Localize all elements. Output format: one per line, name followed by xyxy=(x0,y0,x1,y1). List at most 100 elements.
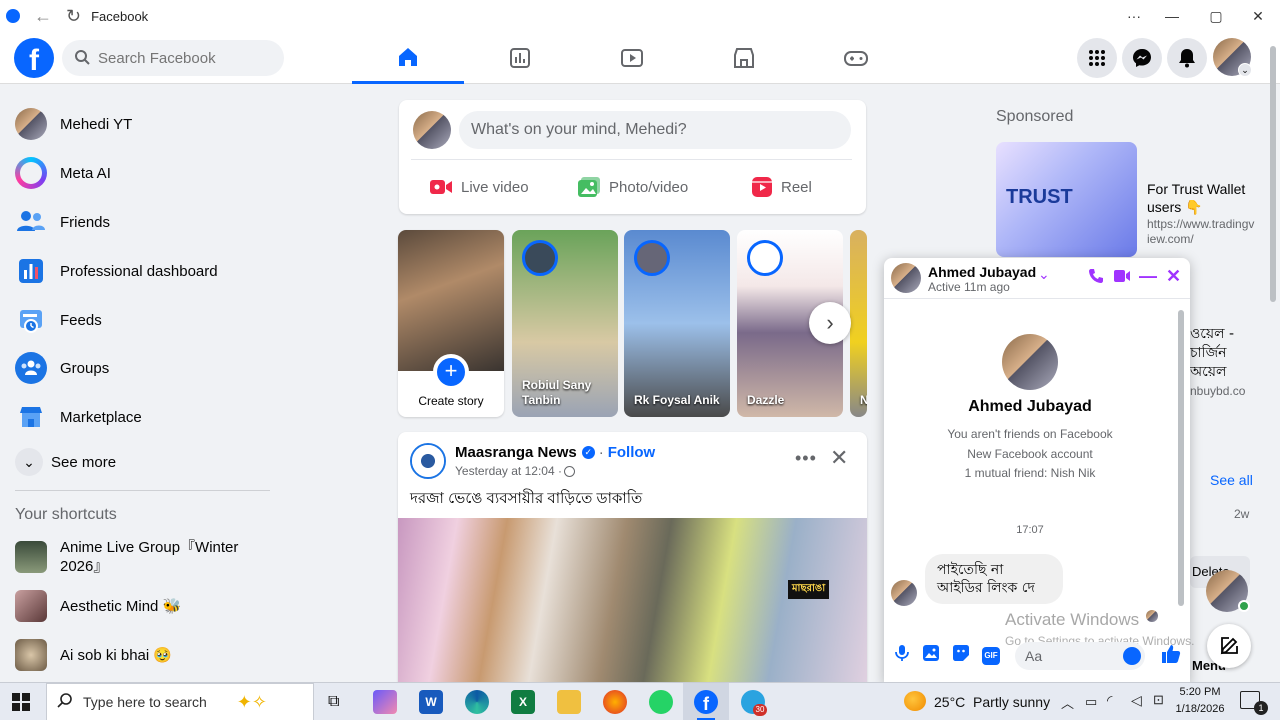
ad2-title[interactable]: ওয়েল - চার্জিন অয়েল xyxy=(1190,325,1250,382)
gif-icon[interactable]: GIF xyxy=(982,646,1000,665)
volume-icon[interactable]: ◁ xyxy=(1131,692,1142,709)
sidebar-item-marketplace[interactable]: Marketplace xyxy=(8,394,270,440)
minimize-chat-icon[interactable]: — xyxy=(1139,266,1157,287)
facebook-logo[interactable]: f xyxy=(14,38,54,78)
chat-name[interactable]: Ahmed Jubayad xyxy=(928,264,1036,280)
sidebar-item-feeds[interactable]: Feeds xyxy=(8,297,270,343)
excel-icon[interactable]: X xyxy=(511,690,535,714)
create-story-card[interactable]: + Create story xyxy=(398,230,504,417)
dashboard-icon xyxy=(15,255,47,287)
video-call-button[interactable] xyxy=(1113,269,1131,288)
back-arrow-icon[interactable]: ← xyxy=(34,6,52,27)
chat-avatar[interactable] xyxy=(891,263,921,293)
chevron-up-icon[interactable]: ︿ xyxy=(1061,693,1074,712)
story-card[interactable]: N xyxy=(850,230,867,417)
post-time[interactable]: Yesterday at 12:04 · xyxy=(455,464,562,478)
more-options-icon[interactable]: ••• xyxy=(795,448,817,469)
ad-url[interactable]: https://www.tradingview.com/ xyxy=(1147,217,1255,247)
message-bubble[interactable]: পাইতেছি না আইডির লিংক দে xyxy=(925,554,1063,604)
search-input[interactable] xyxy=(98,49,268,67)
copilot-icon[interactable] xyxy=(373,690,397,714)
close-post-icon[interactable]: ✕ xyxy=(830,445,848,471)
sidebar-item-professional-dashboard[interactable]: Professional dashboard xyxy=(8,248,270,294)
create-story-label: Create story xyxy=(418,394,484,408)
shortcut-item[interactable]: Aesthetic Mind 🐝 xyxy=(8,583,270,629)
menu-button[interactable] xyxy=(1077,38,1117,78)
chat-scrollbar[interactable] xyxy=(1178,310,1184,606)
meet-now-icon[interactable]: ⊡ xyxy=(1153,692,1164,708)
facebook-taskbar-active[interactable]: f xyxy=(683,683,729,720)
photo-video-button[interactable]: Photo/video xyxy=(577,168,717,206)
see-all-link[interactable]: See all xyxy=(1210,472,1253,488)
sidebar-item-profile[interactable]: Mehedi YT xyxy=(8,101,270,147)
tab-video[interactable] xyxy=(576,32,688,84)
battery-icon[interactable]: ▭ xyxy=(1085,694,1097,710)
contact-profile-photo[interactable] xyxy=(1002,334,1058,390)
compose-icon xyxy=(1220,637,1238,655)
page-name[interactable]: Maasranga News xyxy=(455,444,577,461)
story-card[interactable]: Robiul Sany Tanbin xyxy=(512,230,618,417)
tab-professional-dashboard[interactable] xyxy=(464,32,576,84)
messenger-button[interactable] xyxy=(1122,38,1162,78)
shortcut-item[interactable]: Ai sob ki bhai 🥹 xyxy=(8,632,270,678)
search-box[interactable] xyxy=(62,40,284,76)
follow-button[interactable]: Follow xyxy=(608,444,656,461)
new-message-button[interactable] xyxy=(1207,624,1251,668)
sidebar-item-friends[interactable]: Friends xyxy=(8,199,270,245)
tab-gaming[interactable] xyxy=(800,32,912,84)
plus-icon[interactable]: + xyxy=(433,354,469,390)
word-icon[interactable]: W xyxy=(419,690,443,714)
firefox-icon[interactable] xyxy=(603,690,627,714)
maximize-button[interactable]: ▢ xyxy=(1194,0,1238,32)
chevron-down-icon: ⌄ xyxy=(15,448,43,476)
profile-avatar[interactable] xyxy=(413,111,451,149)
sidebar-item-label: Friends xyxy=(60,213,111,231)
windows-start-icon[interactable] xyxy=(12,693,30,716)
emoji-icon[interactable] xyxy=(1123,647,1141,665)
clock-date[interactable]: 1/18/2026 xyxy=(1174,703,1226,715)
microphone-icon[interactable] xyxy=(894,644,910,667)
weather-icon[interactable] xyxy=(904,691,926,711)
ad-title[interactable]: For Trust Wallet users 👇 xyxy=(1147,180,1255,216)
call-button[interactable] xyxy=(1088,268,1104,289)
phone-icon xyxy=(1089,269,1103,283)
shortcut-item[interactable]: Anime Live Group『Winter 2026』 xyxy=(8,534,270,580)
ad2-url[interactable]: nbuybd.co xyxy=(1190,384,1245,398)
task-view-icon[interactable]: ⧉ xyxy=(328,693,339,711)
live-video-label: Live video xyxy=(461,178,529,196)
sidebar-item-groups[interactable]: Groups xyxy=(8,345,270,391)
whatsapp-icon[interactable] xyxy=(649,690,673,714)
sidebar-item-meta-ai[interactable]: Meta AI xyxy=(8,150,270,196)
taskbar-search[interactable]: Type here to search ✦✧ xyxy=(46,683,314,720)
sponsored-title: Sponsored xyxy=(996,108,1074,125)
notifications-button[interactable] xyxy=(1167,38,1207,78)
minimize-button[interactable]: — xyxy=(1150,0,1194,32)
chevron-down-icon[interactable]: ⌄ xyxy=(1238,63,1252,77)
wifi-icon[interactable]: ◜ xyxy=(1107,692,1112,709)
like-button[interactable] xyxy=(1160,643,1182,670)
tab-marketplace[interactable] xyxy=(688,32,800,84)
page-scrollbar[interactable] xyxy=(1270,46,1276,302)
story-card[interactable]: Rk Foysal Anik xyxy=(624,230,730,417)
reload-icon[interactable]: ↻ xyxy=(66,6,81,27)
facebook-favicon-icon xyxy=(6,9,20,23)
live-video-button[interactable]: Live video xyxy=(429,168,559,206)
post-video-thumbnail[interactable]: মাছরাঙা xyxy=(398,518,867,684)
close-window-button[interactable]: ✕ xyxy=(1236,0,1280,32)
tab-home[interactable] xyxy=(352,32,464,84)
divider xyxy=(15,490,270,491)
weather-text[interactable]: 25°C Partly sunny xyxy=(934,694,1050,710)
file-explorer-icon[interactable] xyxy=(557,690,581,714)
sticker-icon[interactable] xyxy=(952,644,970,667)
reel-button[interactable]: Reel xyxy=(751,168,841,206)
image-icon[interactable] xyxy=(922,644,940,667)
next-stories-button[interactable]: › xyxy=(809,302,851,344)
page-avatar[interactable] xyxy=(410,443,446,479)
edge-icon[interactable] xyxy=(465,690,489,714)
clock-time[interactable]: 5:20 PM xyxy=(1174,686,1226,698)
chevron-down-icon[interactable]: ⌄ xyxy=(1038,266,1050,283)
composer-input[interactable]: What's on your mind, Mehedi? xyxy=(459,111,851,149)
close-chat-icon[interactable]: ✕ xyxy=(1166,266,1181,287)
ad-image[interactable]: TRUST xyxy=(996,142,1137,257)
see-more-button[interactable]: ⌄ See more xyxy=(8,439,270,485)
